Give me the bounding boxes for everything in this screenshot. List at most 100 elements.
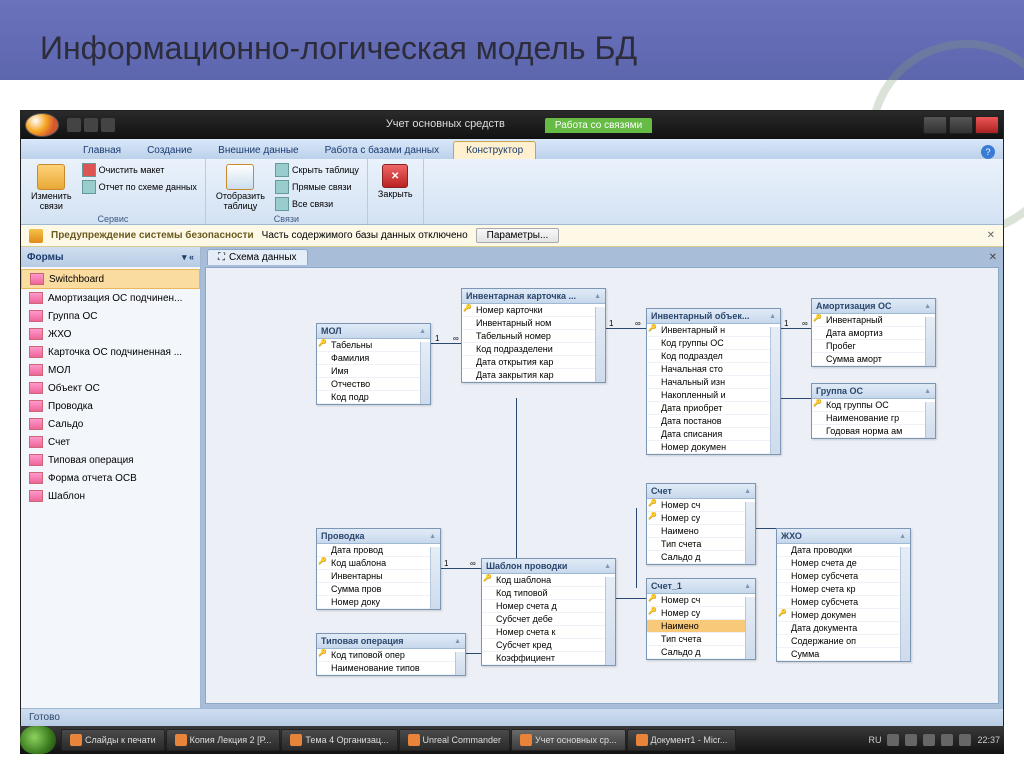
table-field[interactable]: Сумма аморт	[812, 353, 935, 366]
table-field[interactable]: Табельный номер	[462, 330, 605, 343]
table-field[interactable]: Дата проводки	[777, 544, 910, 557]
table-field[interactable]: Номер сч	[647, 594, 755, 607]
start-button[interactable]	[20, 726, 56, 754]
tray-icon[interactable]	[941, 734, 953, 746]
hide-table-button[interactable]: Скрыть таблицу	[273, 162, 361, 178]
scrollbar[interactable]	[925, 402, 935, 438]
scrollbar[interactable]	[420, 342, 430, 404]
minimize-button[interactable]	[923, 116, 947, 134]
table-field[interactable]: Дата закрытия кар	[462, 369, 605, 382]
table-field[interactable]: Инвентарный	[812, 314, 935, 327]
table-field[interactable]: Код подраздел	[647, 350, 780, 363]
table-jho[interactable]: ЖХОДата проводкиНомер счета деНомер субс…	[776, 528, 911, 662]
scrollbar[interactable]	[925, 317, 935, 366]
table-field[interactable]: Сальдо д	[647, 646, 755, 659]
table-field[interactable]: Начальная сто	[647, 363, 780, 376]
table-field[interactable]: Код подразделени	[462, 343, 605, 356]
table-field[interactable]: Пробег	[812, 340, 935, 353]
table-field[interactable]: Номер карточки	[462, 304, 605, 317]
nav-item[interactable]: Форма отчета ОСВ	[21, 469, 200, 487]
table-prov[interactable]: ПроводкаДата проводКод шаблонаИнвентарны…	[316, 528, 441, 610]
table-field[interactable]: Коэффициент	[482, 652, 615, 665]
table-field[interactable]: Дата амортиз	[812, 327, 935, 340]
tray-icon[interactable]	[959, 734, 971, 746]
scrollbar[interactable]	[455, 652, 465, 675]
tab-external-data[interactable]: Внешние данные	[206, 142, 310, 159]
scrollbar[interactable]	[745, 597, 755, 659]
tab-create[interactable]: Создание	[135, 142, 204, 159]
table-field[interactable]: Номер докумен	[647, 441, 780, 454]
table-typop[interactable]: Типовая операцияКод типовой оперНаименов…	[316, 633, 466, 676]
table-field[interactable]: Код группы ОС	[647, 337, 780, 350]
table-obj[interactable]: Инвентарный объек...Инвентарный нКод гру…	[646, 308, 781, 455]
table-field[interactable]: Наименование типов	[317, 662, 465, 675]
table-field[interactable]: Сумма пров	[317, 583, 440, 596]
table-field[interactable]: Содержание оп	[777, 635, 910, 648]
nav-header[interactable]: Формы▾ «	[21, 247, 200, 267]
table-header[interactable]: Проводка	[317, 529, 440, 544]
table-field[interactable]: Тип счета	[647, 538, 755, 551]
table-field[interactable]: Фамилия	[317, 352, 430, 365]
scrollbar[interactable]	[430, 547, 440, 609]
table-field[interactable]: Номер сч	[647, 499, 755, 512]
table-field[interactable]: Дата документа	[777, 622, 910, 635]
nav-item[interactable]: МОЛ	[21, 361, 200, 379]
table-header[interactable]: ЖХО	[777, 529, 910, 544]
table-field[interactable]: Номер счета де	[777, 557, 910, 570]
direct-relationships-button[interactable]: Прямые связи	[273, 179, 361, 195]
tab-database-tools[interactable]: Работа с базами данных	[313, 142, 452, 159]
taskbar-item[interactable]: Документ1 - Micr...	[627, 729, 737, 751]
table-field[interactable]: Сумма	[777, 648, 910, 661]
table-field[interactable]: Отчество	[317, 378, 430, 391]
table-field[interactable]: Код типовой	[482, 587, 615, 600]
table-field[interactable]: Субсчет кред	[482, 639, 615, 652]
table-field[interactable]: Код группы ОС	[812, 399, 935, 412]
clear-layout-button[interactable]: Очистить макет	[80, 162, 199, 178]
nav-item[interactable]: Типовая операция	[21, 451, 200, 469]
quick-access-toolbar[interactable]	[67, 118, 115, 132]
scrollbar[interactable]	[745, 502, 755, 564]
table-header[interactable]: Счет	[647, 484, 755, 499]
table-field[interactable]: Годовая норма ам	[812, 425, 935, 438]
table-field[interactable]: Номер доку	[317, 596, 440, 609]
table-field[interactable]: Дата списания	[647, 428, 780, 441]
table-field[interactable]: Инвентарный ном	[462, 317, 605, 330]
taskbar-item[interactable]: Слайды к печати	[61, 729, 165, 751]
table-field[interactable]: Номер счета кр	[777, 583, 910, 596]
relationships-canvas[interactable]: 1∞ 1∞ 1∞ 1∞ МОЛТабельныФамилияИмяОтчеств…	[205, 267, 999, 704]
nav-item[interactable]: Switchboard	[21, 269, 200, 289]
help-button[interactable]: ?	[981, 145, 995, 159]
relationship-report-button[interactable]: Отчет по схеме данных	[80, 179, 199, 195]
table-header[interactable]: Счет_1	[647, 579, 755, 594]
table-field[interactable]: Код подр	[317, 391, 430, 404]
table-field[interactable]: Дата открытия кар	[462, 356, 605, 369]
nav-item[interactable]: Группа ОС	[21, 307, 200, 325]
table-field[interactable]: Имя	[317, 365, 430, 378]
table-field[interactable]: Наимено	[647, 525, 755, 538]
table-header[interactable]: Типовая операция	[317, 634, 465, 649]
tray-icon[interactable]	[923, 734, 935, 746]
table-header[interactable]: Шаблон проводки	[482, 559, 615, 574]
tray-icon[interactable]	[905, 734, 917, 746]
table-field[interactable]: Номер субсчета	[777, 570, 910, 583]
scrollbar[interactable]	[900, 547, 910, 661]
taskbar-item[interactable]: Учет основных ср...	[511, 729, 625, 751]
nav-item[interactable]: Проводка	[21, 397, 200, 415]
scrollbar[interactable]	[595, 307, 605, 382]
table-field[interactable]: Код шаблона	[482, 574, 615, 587]
maximize-button[interactable]	[949, 116, 973, 134]
table-field[interactable]: Номер су	[647, 512, 755, 525]
table-mol[interactable]: МОЛТабельныФамилияИмяОтчествоКод подр	[316, 323, 431, 405]
table-field[interactable]: Код типовой опер	[317, 649, 465, 662]
tray-icon[interactable]	[887, 734, 899, 746]
table-grp[interactable]: Группа ОСКод группы ОСНаименование грГод…	[811, 383, 936, 439]
table-field[interactable]: Наименование гр	[812, 412, 935, 425]
table-field[interactable]: Сальдо д	[647, 551, 755, 564]
table-field[interactable]: Номер докумен	[777, 609, 910, 622]
table-card[interactable]: Инвентарная карточка ...Номер карточкиИн…	[461, 288, 606, 383]
table-field[interactable]: Инвентарны	[317, 570, 440, 583]
taskbar-item[interactable]: Unreal Commander	[399, 729, 511, 751]
close-button[interactable]	[975, 116, 999, 134]
relationships-tab[interactable]: ⛶Схема данных	[207, 249, 308, 265]
table-shabl[interactable]: Шаблон проводкиКод шаблонаКод типовойНом…	[481, 558, 616, 666]
